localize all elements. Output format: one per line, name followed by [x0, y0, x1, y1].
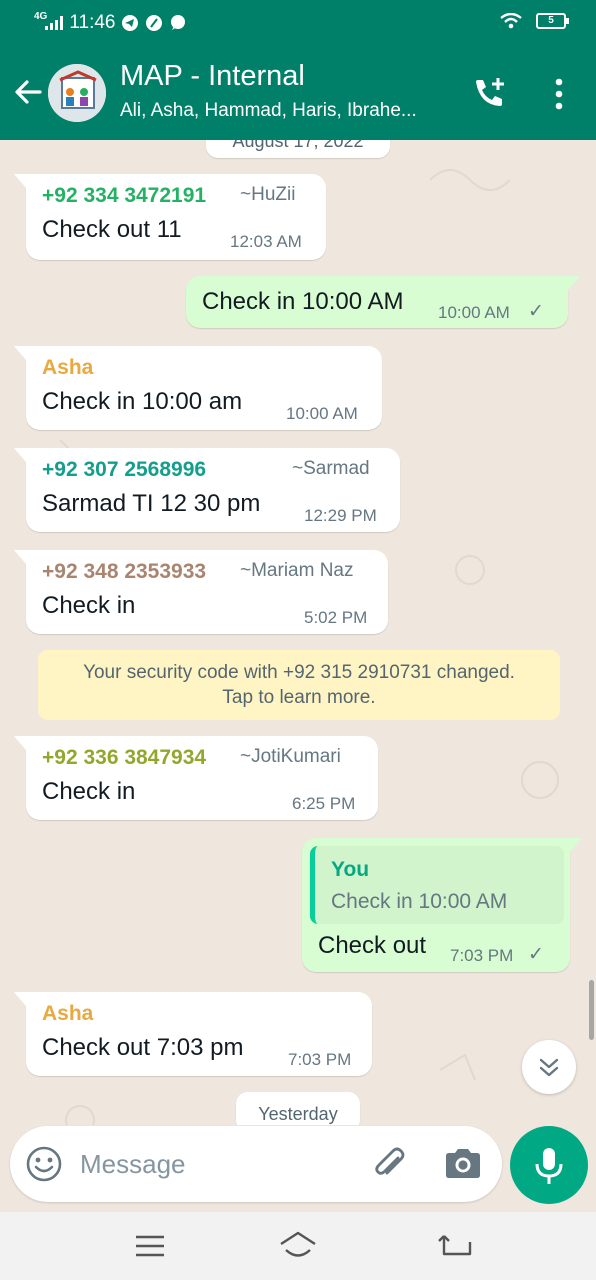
message-bubble[interactable]: +92 348 2353933 ~Mariam Naz Check in 5:0… — [14, 550, 388, 634]
telegram-notification-icon — [122, 15, 139, 31]
add-call-icon[interactable] — [470, 74, 510, 114]
quoted-text: Check in 10:00 AM — [331, 890, 508, 913]
message-time: 12:29 PM — [304, 506, 377, 525]
reply-message-bubble[interactable]: You Check in 10:00 AM Check out 7:03 PM … — [302, 838, 582, 972]
security-notice-line1: Your security code with +92 315 2910731 … — [83, 662, 515, 683]
wifi-icon — [500, 13, 522, 29]
message-time: 12:03 AM — [230, 232, 302, 251]
message-sender-alias: ~JotiKumari — [240, 746, 341, 767]
network-type: 4G — [34, 10, 48, 22]
paperclip-icon[interactable] — [370, 1144, 410, 1184]
camera-icon[interactable] — [442, 1144, 484, 1184]
group-avatar-image — [48, 64, 106, 122]
app-notification-icon — [146, 15, 163, 31]
clock: 11:46 — [69, 12, 116, 33]
message-bubble[interactable]: Check in 10:00 AM 10:00 AM ✓ — [186, 276, 580, 328]
message-time: 10:00 AM — [438, 303, 510, 322]
quoted-sender: You — [331, 858, 370, 881]
message-text: Check out — [318, 932, 427, 959]
back-arrow-icon[interactable] — [10, 74, 46, 110]
battery-icon: 5 — [536, 13, 569, 29]
status-bar: 4G 11:46 5 — [0, 0, 596, 46]
message-time: 7:03 PM — [450, 946, 514, 965]
message-bubble[interactable]: +92 307 2568996 ~Sarmad Sarmad TI 12 30 … — [14, 448, 400, 532]
message-time: 6:25 PM — [292, 794, 356, 813]
chat-title[interactable]: MAP - Internal — [120, 60, 305, 93]
message-sender[interactable]: +92 336 3847934 — [42, 746, 206, 770]
message-list[interactable]: August 17, 2022 +92 334 3472191 ~HuZii C… — [0, 140, 596, 1125]
message-time: 7:03 PM — [288, 1050, 352, 1069]
message-bubble[interactable]: Asha Check out 7:03 pm 7:03 PM — [14, 992, 372, 1076]
date-divider: August 17, 2022 — [206, 140, 390, 158]
message-sender[interactable]: +92 348 2353933 — [42, 560, 206, 584]
message-time: 5:02 PM — [304, 608, 368, 627]
message-text: Sarmad TI 12 30 pm — [42, 490, 261, 517]
message-bubble[interactable]: +92 334 3472191 ~HuZii Check out 11 12:0… — [14, 174, 326, 260]
date-divider-label: August 17, 2022 — [232, 140, 364, 151]
message-text: Check in 10:00 am — [42, 388, 243, 415]
message-text: Check in — [42, 592, 136, 619]
menu-lines-icon[interactable] — [130, 1228, 170, 1264]
message-bubble[interactable]: Asha Check in 10:00 am 10:00 AM — [14, 346, 382, 430]
back-nav-icon[interactable] — [436, 1228, 476, 1264]
emoji-icon[interactable] — [24, 1144, 64, 1184]
signal-icon — [45, 16, 64, 30]
message-sender[interactable]: +92 334 3472191 — [42, 184, 206, 208]
read-tick-icon: ✓ — [528, 944, 544, 965]
chevrons-down-icon — [539, 1058, 559, 1077]
chat-header: MAP - Internal Ali, Asha, Hammad, Haris,… — [0, 46, 596, 140]
date-divider: Yesterday — [236, 1092, 360, 1125]
system-nav-bar — [0, 1212, 596, 1280]
date-divider-label: Yesterday — [258, 1104, 338, 1124]
message-time: 10:00 AM — [286, 404, 358, 423]
chat-notification-icon — [171, 15, 186, 30]
quoted-message[interactable]: You Check in 10:00 AM — [310, 846, 564, 924]
group-avatar[interactable] — [48, 64, 106, 122]
home-icon[interactable] — [278, 1228, 318, 1264]
message-text: Check in — [42, 778, 136, 805]
message-sender[interactable]: Asha — [42, 356, 93, 380]
message-sender-alias: ~Mariam Naz — [240, 560, 354, 581]
message-composer — [10, 1126, 502, 1202]
message-sender-alias: ~Sarmad — [292, 458, 370, 479]
message-text: Check out 7:03 pm — [42, 1034, 244, 1061]
group-members[interactable]: Ali, Asha, Hammad, Haris, Ibrahe... — [120, 100, 450, 122]
message-text: Check in 10:00 AM — [202, 288, 404, 315]
message-input[interactable] — [80, 1140, 350, 1188]
security-notice-line2: Tap to learn more. — [222, 687, 376, 708]
message-bubble[interactable]: +92 336 3847934 ~JotiKumari Check in 6:2… — [14, 736, 378, 820]
read-tick-icon: ✓ — [528, 301, 544, 322]
message-sender[interactable]: +92 307 2568996 — [42, 458, 206, 482]
security-code-notice[interactable]: Your security code with +92 315 2910731 … — [38, 650, 560, 720]
scrollbar[interactable] — [589, 980, 594, 1040]
mic-icon — [535, 1148, 563, 1184]
voice-message-button[interactable] — [510, 1126, 588, 1204]
message-sender-alias: ~HuZii — [240, 184, 296, 205]
more-vert-icon[interactable] — [546, 76, 572, 112]
message-sender[interactable]: Asha — [42, 1002, 93, 1026]
scroll-to-bottom-button[interactable] — [522, 1040, 576, 1094]
message-text: Check out 11 — [42, 216, 182, 243]
